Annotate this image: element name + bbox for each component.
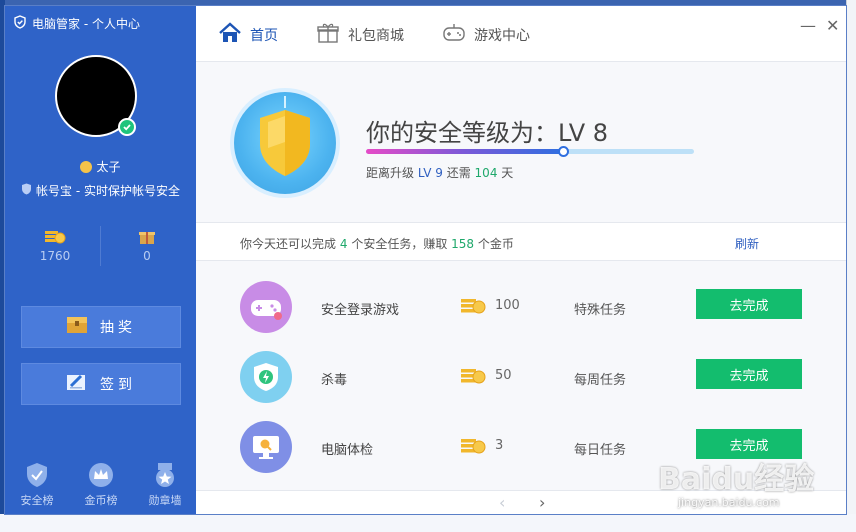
lottery-label: 抽奖 [100,320,136,336]
coin-stack-icon [460,367,486,389]
tab-home[interactable]: 首页 [218,22,278,48]
next-page-button[interactable]: › [539,493,545,512]
task-name: 电脑体检 [321,443,374,458]
verified-check-icon [118,118,136,136]
baidu-watermark-url: jingyan.baidu.com [678,496,780,509]
tab-bar: 首页 礼包商城 游戏中心 — ✕ [196,6,846,62]
treasure-chest-icon [66,316,88,338]
level-up-info: 距离升级 LV 9 还需 104 天 [366,164,513,181]
coin-stack-icon [460,437,486,459]
coins-value: 1760 [39,249,71,263]
tab-gift-store-label: 礼包商城 [348,28,404,44]
checkin-notepad-icon [66,373,88,395]
gift-icon [316,22,340,48]
account-protect-link[interactable]: 帐号宝 - 实时保护帐号安全 [5,182,196,199]
nav-medal-wall-label: 勋章墙 [148,494,182,507]
gamepad-task-icon [240,281,292,333]
complete-task-button[interactable]: 去完成 [696,359,802,389]
task-row: 杀毒 50 每周任务 去完成 [196,341,846,411]
sidebar: 电脑管家 - 个人中心 太子 帐号宝 - 实时保护帐号安全 1760 0 抽奖 … [5,6,196,514]
task-coin-reward: 100 [495,298,520,313]
vip-crown-icon [80,160,93,173]
next-level: LV 9 [417,166,443,180]
task-type: 特殊任务 [574,303,627,318]
refresh-link[interactable]: 刷新 [735,235,759,252]
background-taskbar-strip [0,514,856,532]
level-sub-prefix: 距离升级 [366,166,415,180]
gifts-value: 0 [143,249,151,263]
task-name: 杀毒 [321,373,348,388]
level-sub-mid: 还需 [446,166,471,180]
coins-stat[interactable]: 1760 [9,228,101,263]
nav-medal-wall[interactable]: 勋章墙 [133,462,197,508]
main-panel: 首页 礼包商城 游戏中心 — ✕ 你的安全等级为：LV 8 距离升级 LV 9 … [196,6,846,514]
tab-game-center-label: 游戏中心 [474,28,530,44]
crown-badge-icon [88,462,114,488]
tab-gift-store[interactable]: 礼包商城 [316,22,404,48]
tab-home-label: 首页 [250,28,278,44]
task-coin-reward: 50 [495,368,512,383]
gamepad-icon [442,22,466,48]
task-row: 安全登录游戏 100 特殊任务 去完成 [196,271,846,341]
window-title: 电脑管家 - 个人中心 [13,15,140,32]
nav-security-rank[interactable]: 安全榜 [5,462,69,508]
guard-logo-icon [13,15,27,32]
task-coin-reward: 3 [495,438,504,453]
checkin-label: 签到 [100,377,136,393]
window-title-text: 电脑管家 - 个人中心 [32,17,140,31]
close-button[interactable]: ✕ [826,16,839,35]
nav-coin-rank-label: 金币榜 [84,494,118,507]
task-name: 安全登录游戏 [321,303,400,318]
coin-stack-icon [460,297,486,319]
security-level-title: 你的安全等级为：LV 8 [366,119,609,147]
task-type: 每周任务 [574,373,627,388]
coin-stack-icon [9,228,101,246]
pc-checkup-icon [240,421,292,473]
task-summary-bar: 你今天还可以完成 4 个安全任务，赚取 158 个金币 刷新 [196,222,846,261]
level-sub-suffix: 天 [501,166,514,180]
minimize-button[interactable]: — [800,16,816,35]
antivirus-shield-icon [240,351,292,403]
gold-shield-icon [260,96,310,176]
security-level-panel: 你的安全等级为：LV 8 距离升级 LV 9 还需 104 天 [196,63,846,221]
medal-icon [152,462,178,488]
level-progress-knob [557,146,569,157]
shield-badge-icon [24,462,50,488]
complete-task-button[interactable]: 去完成 [696,289,802,319]
username-row: 太子 [5,158,196,175]
prev-page-button[interactable]: ‹ [499,493,505,512]
days-remaining: 104 [474,166,498,180]
level-progress-fill [366,149,563,154]
summary-suffix: 个金币 [477,237,514,251]
tab-game-center[interactable]: 游戏中心 [442,22,530,48]
summary-prefix: 你今天还可以完成 [240,237,337,251]
task-type: 每日任务 [574,443,627,458]
summary-mid: 个安全任务，赚取 [351,237,448,251]
nav-security-rank-label: 安全榜 [20,494,54,507]
checkin-button[interactable]: 签到 [21,363,181,405]
account-protect-text: 帐号宝 - 实时保护帐号安全 [36,184,180,198]
background-right-strip [846,0,856,532]
username: 太子 [96,160,121,174]
nav-coin-rank[interactable]: 金币榜 [69,462,133,508]
task-summary-text: 你今天还可以完成 4 个安全任务，赚取 158 个金币 [240,235,514,252]
personal-center-window: 电脑管家 - 个人中心 太子 帐号宝 - 实时保护帐号安全 1760 0 抽奖 … [5,6,846,514]
level-progress-bar [366,146,694,157]
lottery-button[interactable]: 抽奖 [21,306,181,348]
security-level-badge [234,92,336,194]
home-icon [218,22,242,48]
baidu-watermark-brand: Baidu经验 [658,462,815,497]
summary-coin-count: 158 [451,237,475,251]
gift-box-icon [101,228,193,246]
gifts-stat[interactable]: 0 [101,228,193,263]
summary-task-count: 4 [339,237,348,251]
shield-icon [21,183,32,198]
